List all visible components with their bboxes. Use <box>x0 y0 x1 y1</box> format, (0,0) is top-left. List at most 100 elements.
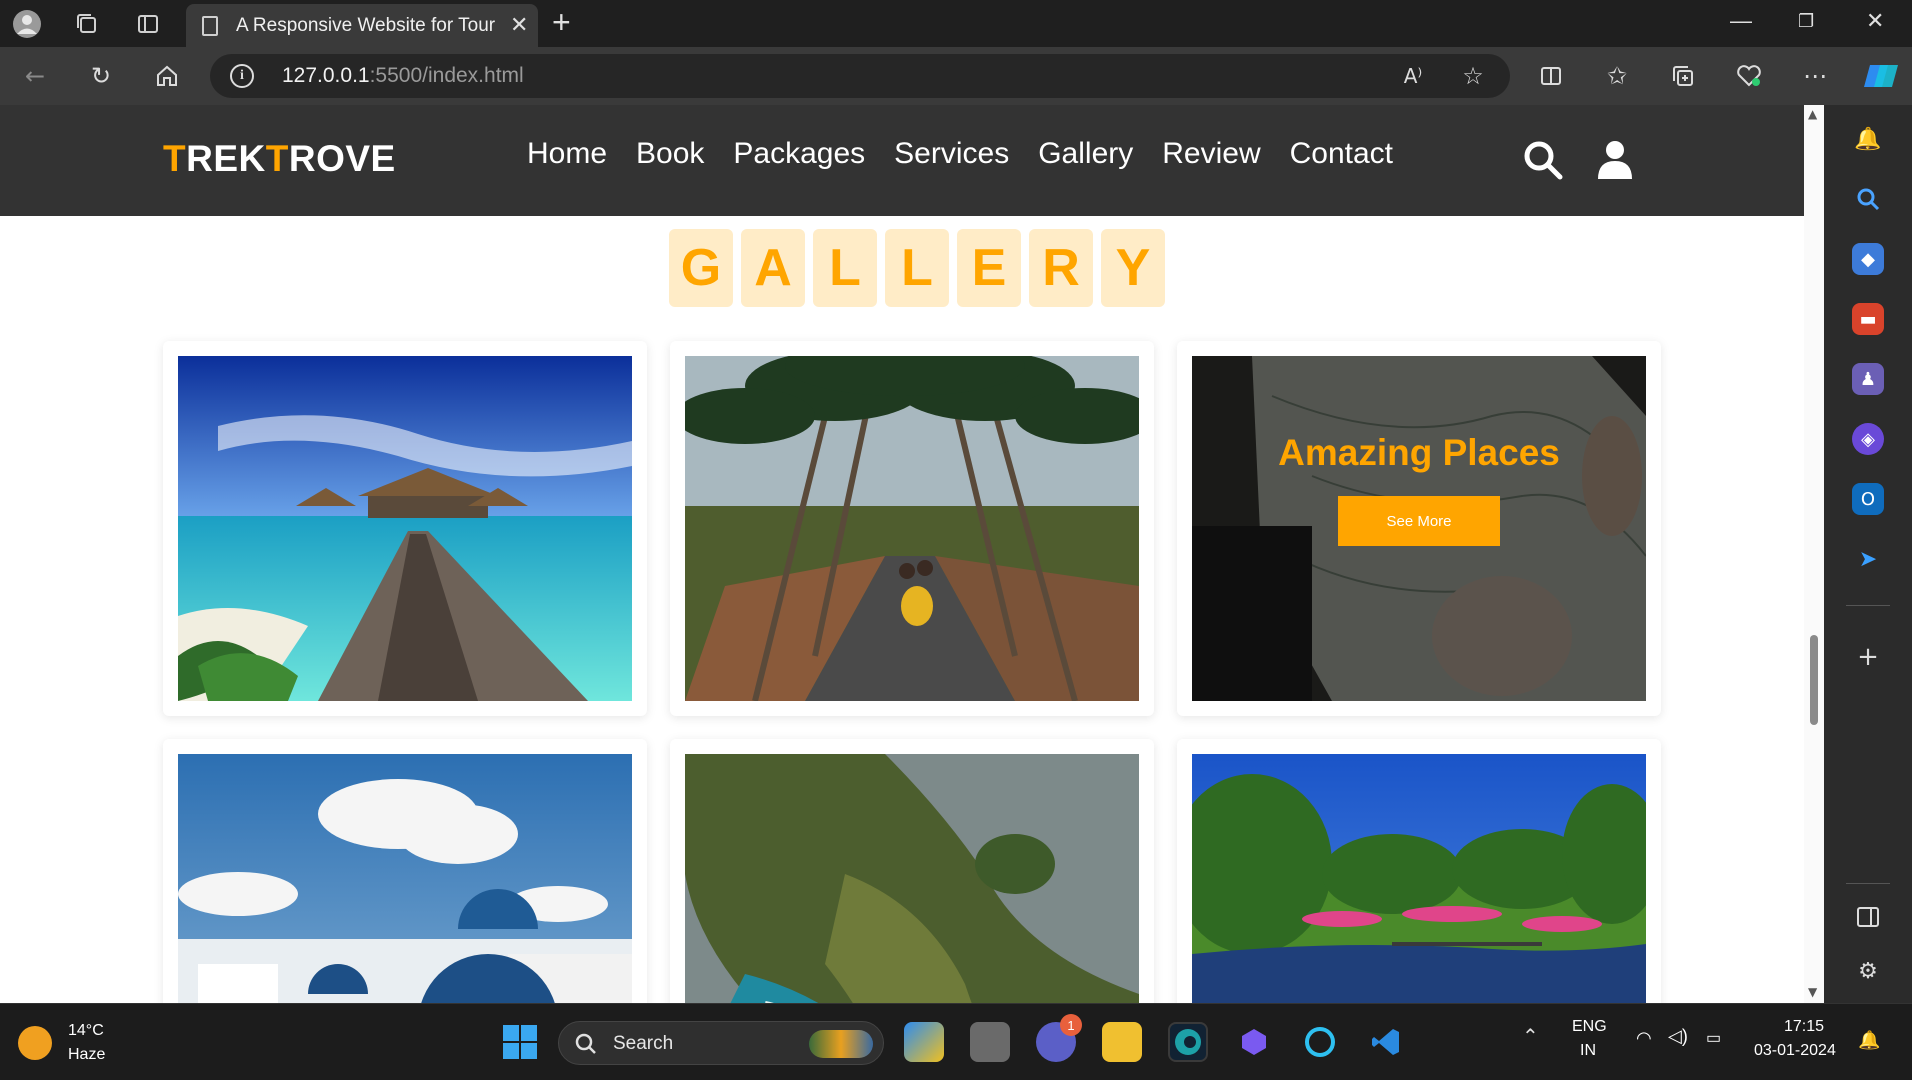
sidebar-divider <box>1846 883 1890 884</box>
url-text[interactable]: 127.0.0.1:5500/index.html <box>282 64 524 88</box>
gallery-image-coastal-cliff[interactable] <box>685 754 1139 1003</box>
show-hidden-icons[interactable]: ⌃ <box>1522 1024 1539 1049</box>
vscode-icon[interactable] <box>1366 1022 1406 1062</box>
tab-title: A Responsive Website for Tour Ar <box>236 14 498 36</box>
split-screen-icon[interactable] <box>1532 57 1570 95</box>
tab-actions-icon[interactable] <box>131 7 165 41</box>
hide-sidebar-icon[interactable] <box>1852 901 1884 933</box>
close-tab-icon[interactable]: ✕ <box>510 13 528 38</box>
workspaces-icon[interactable] <box>70 7 104 41</box>
restore-icon[interactable]: ❐ <box>1798 11 1814 32</box>
outlook-icon[interactable]: O <box>1852 483 1884 515</box>
site-info-icon[interactable]: i <box>230 64 254 88</box>
search-highlight-icon <box>809 1030 873 1058</box>
weather-temp[interactable]: 14°C <box>68 1022 104 1040</box>
nav-services[interactable]: Services <box>894 137 1009 171</box>
gallery-hover-overlay: Amazing Places See More <box>1192 356 1646 701</box>
heading-letter: R <box>1029 229 1093 307</box>
gallery-card[interactable] <box>1177 739 1661 1003</box>
favorites-icon[interactable]: ✩ <box>1598 57 1636 95</box>
home-icon[interactable] <box>148 57 186 95</box>
refresh-icon[interactable]: ↻ <box>82 57 120 95</box>
back-icon[interactable]: ← <box>16 57 54 95</box>
gallery-card[interactable] <box>163 341 647 716</box>
gallery-image-santorini[interactable] <box>178 754 632 1003</box>
settings-gear-icon[interactable]: ⚙ <box>1852 955 1884 987</box>
nav-home[interactable]: Home <box>527 137 607 171</box>
search-placeholder: Search <box>613 1033 674 1054</box>
cortana-icon[interactable] <box>1300 1022 1340 1062</box>
tools-icon[interactable]: ▬ <box>1852 303 1884 335</box>
site-logo[interactable]: TREKTROVE <box>163 138 396 180</box>
gallery-image-map-in-car[interactable]: Amazing Places See More <box>1192 356 1646 701</box>
favorite-star-icon[interactable]: ☆ <box>1454 57 1492 95</box>
nav-gallery[interactable]: Gallery <box>1038 137 1133 171</box>
window-close-icon[interactable]: ✕ <box>1866 8 1884 34</box>
address-bar[interactable]: i 127.0.0.1:5500/index.html A⁾ ☆ <box>210 54 1510 98</box>
weather-haze-icon[interactable] <box>18 1026 52 1060</box>
gallery-image-palm-road-scooter[interactable] <box>685 356 1139 701</box>
sidebar-divider <box>1846 605 1890 606</box>
gallery-card[interactable] <box>670 739 1154 1003</box>
heading-letter: E <box>957 229 1021 307</box>
more-menu-icon[interactable]: ⋯ <box>1796 57 1834 95</box>
profile-avatar-icon[interactable] <box>10 7 44 41</box>
page-scrollbar[interactable]: ▲ ▼ <box>1804 105 1824 1003</box>
task-view-icon[interactable] <box>970 1022 1010 1062</box>
language-line1[interactable]: ENG <box>1572 1018 1607 1036</box>
shopping-tag-icon[interactable]: ◆ <box>1852 243 1884 275</box>
user-icon[interactable] <box>1594 139 1636 181</box>
taskbar-search[interactable]: Search <box>558 1021 884 1065</box>
minimize-icon[interactable]: — <box>1730 8 1752 34</box>
clock-date[interactable]: 03-01-2024 <box>1754 1042 1836 1060</box>
collections-icon[interactable] <box>1664 57 1702 95</box>
copilot-icon[interactable] <box>1862 57 1900 95</box>
windows-taskbar: 14°C Haze Search 1 ⌃ ENG IN ◠ ◁) ▭ 17:15… <box>0 1003 1912 1080</box>
new-tab-icon[interactable]: + <box>552 4 571 41</box>
main-nav: Home Book Packages Services Gallery Revi… <box>527 137 1393 171</box>
battery-icon[interactable]: ▭ <box>1706 1028 1721 1048</box>
site-header: TREKTROVE Home Book Packages Services Ga… <box>0 105 1804 216</box>
copilot-app-icon[interactable] <box>1234 1022 1274 1062</box>
browser-essentials-icon[interactable] <box>1730 57 1768 95</box>
language-line2[interactable]: IN <box>1580 1042 1596 1060</box>
read-aloud-icon[interactable]: A⁾ <box>1394 57 1432 95</box>
gallery-image-garden-pond[interactable] <box>1192 754 1646 1003</box>
nav-book[interactable]: Book <box>636 137 704 171</box>
nav-contact[interactable]: Contact <box>1290 137 1393 171</box>
copilot-sidebar-icon[interactable]: ◈ <box>1852 423 1884 455</box>
browser-tab-bar: A Responsive Website for Tour Ar ✕ + — ❐… <box>0 0 1912 47</box>
file-explorer-icon[interactable] <box>1102 1022 1142 1062</box>
gallery-card[interactable] <box>163 739 647 1003</box>
overlay-title: Amazing Places <box>1278 432 1560 473</box>
notification-badge: 1 <box>1060 1014 1082 1036</box>
send-icon[interactable]: ➤ <box>1852 543 1884 575</box>
gallery-card[interactable] <box>670 341 1154 716</box>
weather-desc[interactable]: Haze <box>68 1046 105 1064</box>
scroll-down-icon[interactable]: ▼ <box>1808 985 1817 999</box>
gallery-image-overwater-pier[interactable] <box>178 356 632 701</box>
notification-bell-icon[interactable]: 🔔 <box>1858 1030 1880 1051</box>
notifications-bell-icon[interactable]: 🔔 <box>1852 123 1884 155</box>
see-more-button[interactable]: See More <box>1338 496 1500 546</box>
copilot-pre-app-icon[interactable] <box>904 1022 944 1062</box>
gallery-card[interactable]: Amazing Places See More <box>1177 341 1661 716</box>
windows-start-icon[interactable] <box>500 1022 540 1062</box>
search-sidebar-icon[interactable] <box>1852 183 1884 215</box>
search-icon[interactable] <box>1522 139 1564 181</box>
clock-time[interactable]: 17:15 <box>1784 1018 1824 1036</box>
scrollbar-thumb[interactable] <box>1810 635 1818 725</box>
teams-chat-icon[interactable]: 1 <box>1036 1014 1082 1062</box>
wifi-icon[interactable]: ◠ <box>1636 1028 1652 1049</box>
scroll-up-icon[interactable]: ▲ <box>1808 107 1817 121</box>
add-sidebar-icon[interactable]: + <box>1852 641 1884 673</box>
document-icon <box>202 15 218 36</box>
nav-packages[interactable]: Packages <box>733 137 865 171</box>
nav-review[interactable]: Review <box>1162 137 1260 171</box>
gallery-heading: G A L L E R Y <box>669 229 1165 307</box>
heading-letter: Y <box>1101 229 1165 307</box>
volume-icon[interactable]: ◁) <box>1668 1026 1688 1047</box>
edge-browser-icon[interactable] <box>1168 1022 1208 1062</box>
games-icon[interactable]: ♟ <box>1852 363 1884 395</box>
active-tab[interactable]: A Responsive Website for Tour Ar ✕ <box>186 4 538 47</box>
